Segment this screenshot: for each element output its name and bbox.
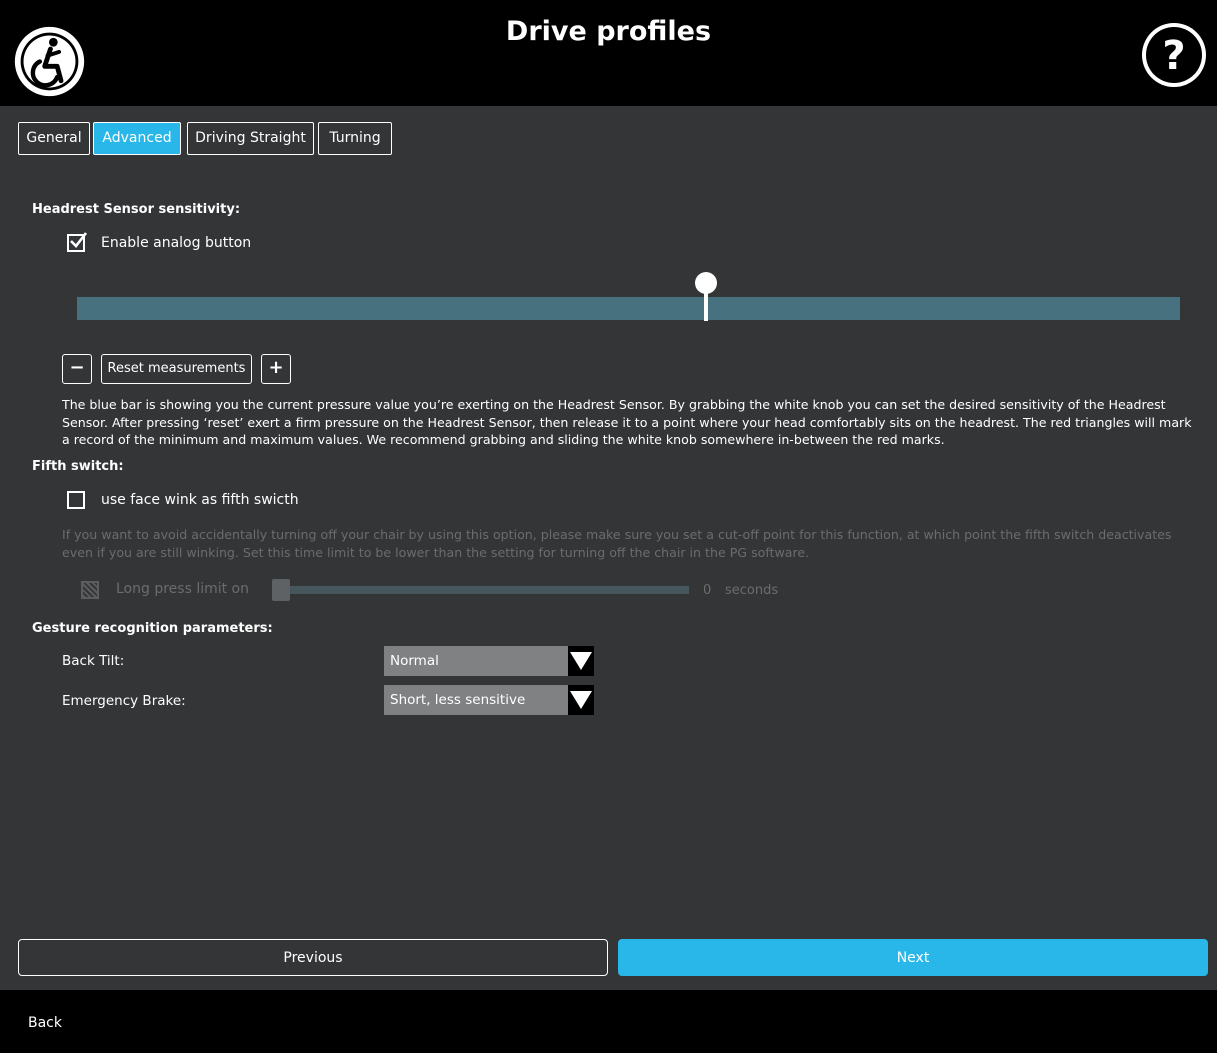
back-tilt-value: Normal — [390, 653, 439, 669]
back-button[interactable]: Back — [28, 1015, 62, 1031]
long-press-label: Long press limit on — [116, 581, 249, 597]
chevron-down-icon — [568, 646, 594, 676]
back-tilt-label: Back Tilt: — [62, 653, 125, 669]
long-press-slider-track[interactable] — [277, 586, 689, 594]
checkmark-icon — [70, 232, 88, 248]
next-button[interactable]: Next — [618, 939, 1208, 976]
tab-advanced[interactable]: Advanced — [93, 122, 181, 155]
tab-general[interactable]: General — [18, 122, 90, 155]
long-press-checkbox[interactable] — [81, 581, 99, 599]
back-tilt-select[interactable]: Normal — [384, 646, 594, 676]
tab-driving-straight[interactable]: Driving Straight — [187, 122, 314, 155]
chevron-down-icon — [568, 685, 594, 715]
long-press-unit: seconds — [725, 583, 779, 598]
enable-analog-label: Enable analog button — [101, 235, 252, 251]
gesture-section-title: Gesture recognition parameters: — [32, 621, 273, 636]
enable-analog-checkbox[interactable] — [67, 232, 88, 252]
decrease-button[interactable]: − — [62, 354, 92, 384]
long-press-value: 0 — [703, 583, 712, 598]
page-title: Drive profiles — [505, 16, 712, 47]
face-wink-checkbox[interactable] — [67, 491, 85, 509]
fifth-switch-section-title: Fifth switch: — [32, 459, 124, 474]
long-press-slider-knob[interactable] — [272, 579, 290, 601]
emergency-brake-label: Emergency Brake: — [62, 693, 186, 709]
increase-button[interactable]: + — [261, 354, 291, 384]
headrest-section-title: Headrest Sensor sensitivity: — [32, 202, 241, 217]
reset-measurements-button[interactable]: Reset measurements — [101, 354, 252, 384]
tab-turning[interactable]: Turning — [318, 122, 392, 155]
footer-bar — [0, 990, 1217, 1053]
fifth-switch-description: If you want to avoid accidentally turnin… — [62, 527, 1172, 560]
headrest-sensitivity-bar[interactable] — [77, 297, 1180, 320]
sensitivity-knob[interactable] — [694, 272, 717, 294]
emergency-brake-value: Short, less sensitive — [390, 692, 526, 708]
question-icon[interactable]: ? — [1138, 19, 1210, 91]
face-wink-label: use face wink as fifth swicth — [101, 492, 299, 508]
header-bar: Drive profiles ? — [0, 0, 1217, 106]
svg-text:?: ? — [1162, 33, 1185, 79]
previous-button[interactable]: Previous — [18, 939, 608, 976]
headrest-description: The blue bar is showing you the current … — [62, 397, 1192, 447]
emergency-brake-select[interactable]: Short, less sensitive — [384, 685, 594, 715]
